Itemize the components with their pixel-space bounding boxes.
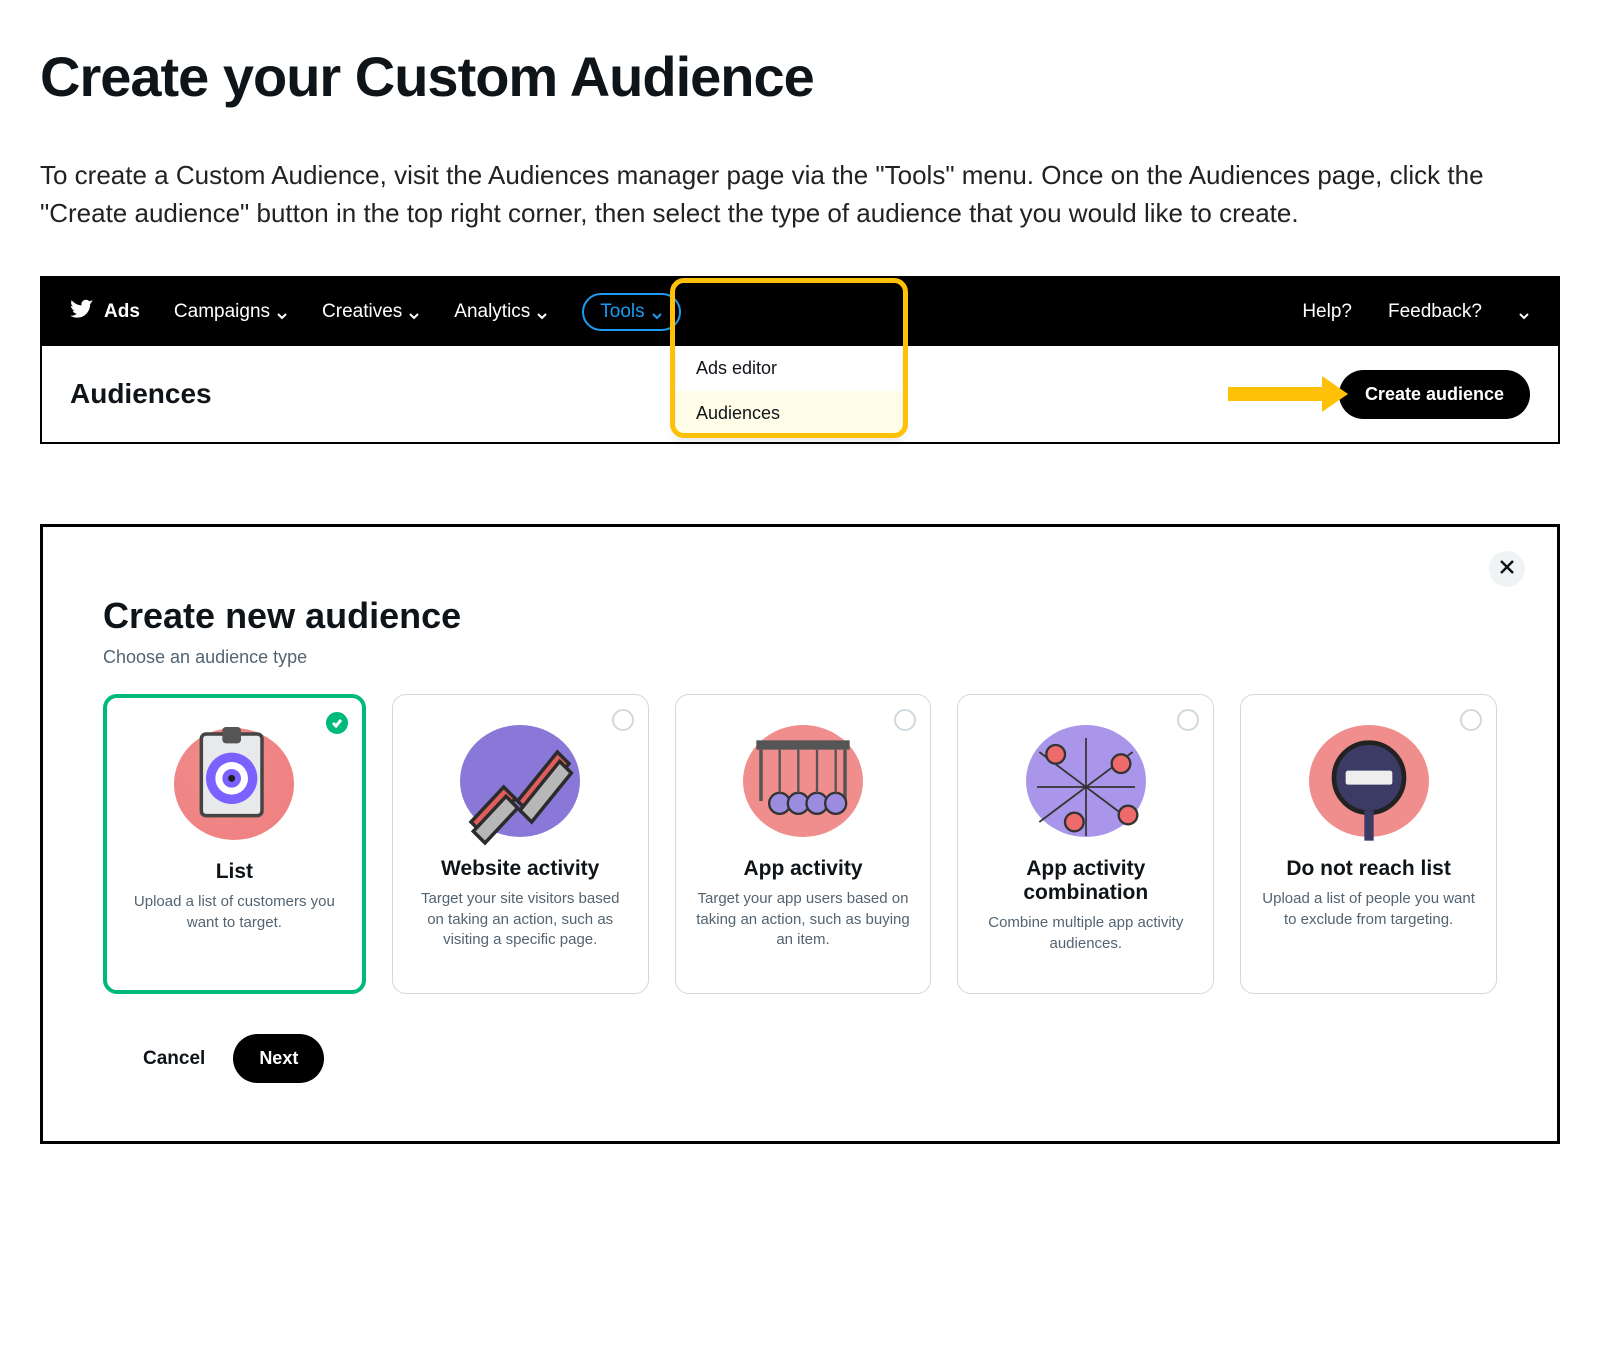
card-title: List [216,860,253,884]
radio-unselected-icon [1460,709,1482,731]
audience-card-app-activity[interactable]: App activity Target your app users based… [675,694,932,994]
audience-card-website-activity[interactable]: Website activity Target your site visito… [392,694,649,994]
arrow-annotation [1228,379,1348,409]
radio-unselected-icon [1177,709,1199,731]
nav-help[interactable]: Help? [1302,301,1352,323]
card-title: Website activity [441,857,599,881]
create-audience-modal-screenshot: Create new audience Choose an audience t… [40,524,1560,1144]
audience-card-do-not-reach[interactable]: Do not reach list Upload a list of peopl… [1240,694,1497,994]
card-description: Target your site visitors based on takin… [413,889,628,950]
brand-ads[interactable]: Ads [70,297,140,327]
twitter-bird-icon [70,297,94,327]
card-title: Do not reach list [1286,857,1451,881]
chevron-down-icon [276,306,288,318]
nav-feedback[interactable]: Feedback? [1388,301,1482,323]
nav-label: Analytics [454,301,530,323]
do-not-reach-illustration [1299,717,1439,847]
card-title: App activity combination [976,857,1195,905]
subheader-title: Audiences [70,378,212,410]
radio-unselected-icon [612,709,634,731]
create-audience-button[interactable]: Create audience [1339,370,1530,419]
chevron-down-icon[interactable] [1518,306,1530,318]
intro-paragraph: To create a Custom Audience, visit the A… [40,157,1520,232]
audience-type-cards: List Upload a list of customers you want… [103,694,1497,994]
chevron-down-icon [651,306,663,318]
card-description: Upload a list of people you want to excl… [1261,889,1476,930]
cancel-button[interactable]: Cancel [133,1036,215,1082]
nav-item-tools[interactable]: Tools [582,293,680,331]
modal-subtitle: Choose an audience type [103,647,1497,668]
nav-item-analytics[interactable]: Analytics [454,301,548,323]
nav-label: Campaigns [174,301,270,323]
chevron-down-icon [536,306,548,318]
close-button[interactable] [1489,551,1525,587]
audience-card-list[interactable]: List Upload a list of customers you want… [103,694,366,994]
nav-label: Creatives [322,301,402,323]
nav-item-creatives[interactable]: Creatives [322,301,420,323]
dropdown-item-audiences[interactable]: Audiences [676,391,902,436]
primary-nav-bar: Ads Campaigns Creatives Analytics Tools … [42,278,1558,346]
modal-title: Create new audience [103,595,1497,637]
nav-item-campaigns[interactable]: Campaigns [174,301,288,323]
nav-label: Help? [1302,301,1352,323]
radio-unselected-icon [894,709,916,731]
next-button[interactable]: Next [233,1034,324,1083]
nav-label: Tools [600,301,644,323]
app-activity-illustration [733,717,873,847]
website-activity-illustration [450,717,590,847]
dropdown-item-ads-editor[interactable]: Ads editor [676,346,902,391]
page-title: Create your Custom Audience [40,44,1560,109]
close-icon [1499,559,1515,580]
ads-manager-nav-screenshot: Ads Campaigns Creatives Analytics Tools … [40,276,1560,444]
card-description: Upload a list of customers you want to t… [127,892,342,933]
app-combination-illustration [1016,717,1156,847]
brand-label: Ads [104,301,140,323]
modal-actions: Cancel Next [103,1034,1497,1083]
card-description: Target your app users based on taking an… [696,889,911,950]
card-description: Combine multiple app activity audiences. [978,913,1193,954]
nav-label: Feedback? [1388,301,1482,323]
card-title: App activity [743,857,862,881]
audience-card-app-activity-combination[interactable]: App activity combination Combine multipl… [957,694,1214,994]
chevron-down-icon [408,306,420,318]
radio-selected-icon [326,712,348,734]
tools-dropdown-panel: Ads editor Audiences [676,346,902,436]
list-illustration [164,720,304,850]
